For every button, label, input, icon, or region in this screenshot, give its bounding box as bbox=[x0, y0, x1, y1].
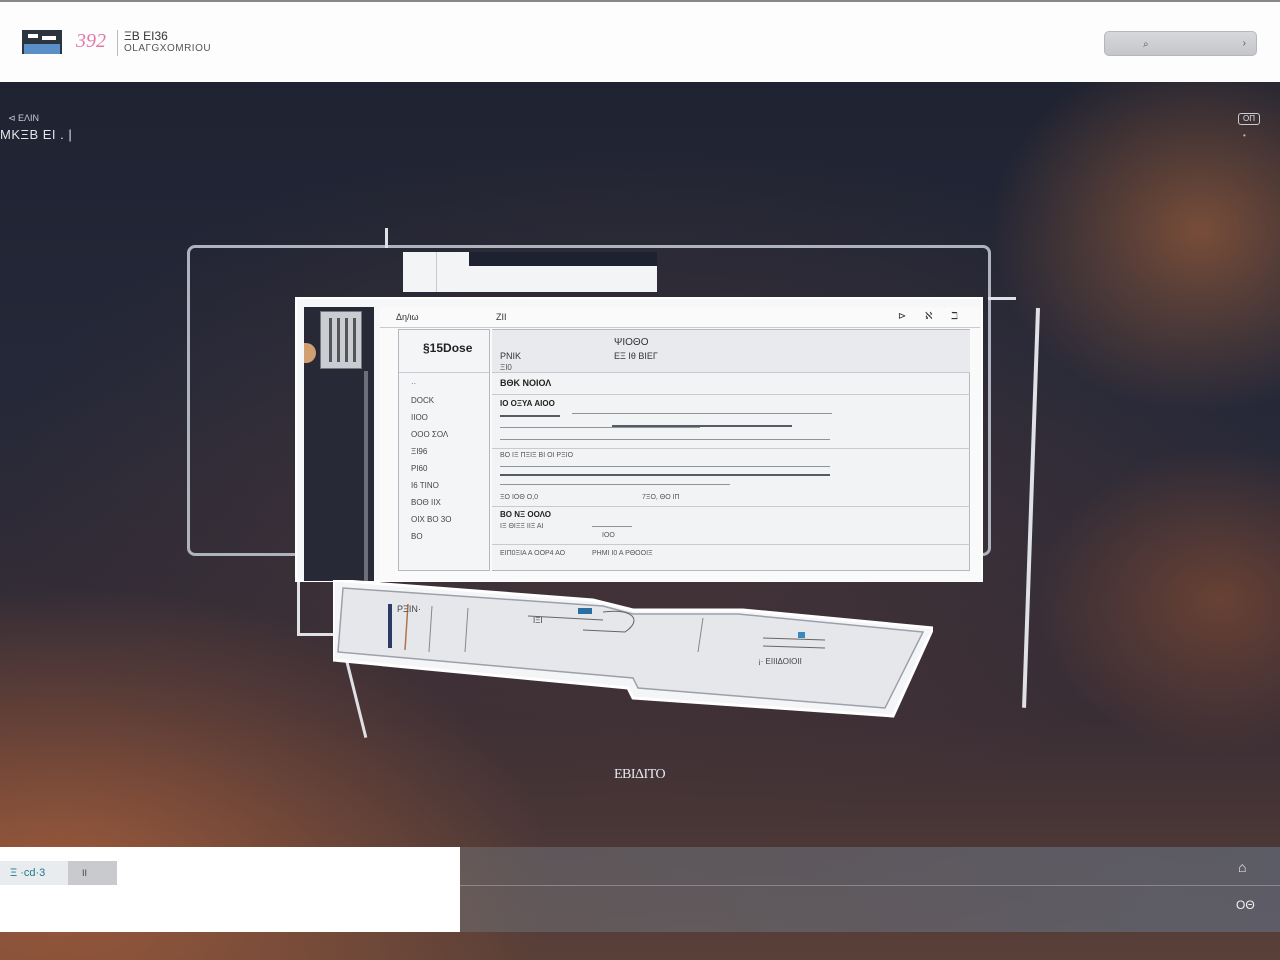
app-logo-icon[interactable] bbox=[20, 30, 64, 56]
search-field[interactable]: ⌕ › bbox=[1104, 31, 1257, 56]
side-title[interactable]: ΜΚΞΒ ΕΙ . | bbox=[0, 127, 72, 142]
left-panel-item[interactable]: ·· bbox=[411, 378, 483, 395]
left-panel-item[interactable]: ΞΙ96 bbox=[411, 446, 483, 463]
left-panel-item[interactable]: ΡΙ60 bbox=[411, 463, 483, 480]
drawer-label: ΡΞΙΝ· bbox=[397, 604, 421, 614]
detail-header-sublabel: ΞΙ0 bbox=[500, 363, 512, 372]
drawer-label: ΙΞΙ bbox=[533, 616, 543, 625]
detail-row[interactable]: ΒΘΚ ΝΟΙΟΛ bbox=[492, 372, 970, 395]
row-text: ΙΟΟ bbox=[602, 532, 615, 539]
left-panel-item[interactable]: ΟΙΧ ΒΟ 3Ο bbox=[411, 514, 483, 531]
left-panel-item[interactable]: OOO ΣΟΛ bbox=[411, 429, 483, 446]
bottom-toolbar: ⌂ ΟΘ bbox=[460, 847, 1280, 932]
drawer-shape bbox=[333, 580, 933, 718]
tab-active[interactable]: Ξ ·cd·3 bbox=[0, 861, 68, 885]
left-panel-item[interactable]: Ι6 ΤΙΝΟ bbox=[411, 480, 483, 497]
window-header: Δη/ιω ΖΙΙ ⊳ ℵ ℶ bbox=[380, 307, 980, 328]
center-caption: ΕΒΙΔΙΤΟ bbox=[614, 767, 666, 782]
left-panel-title: §15Dose bbox=[423, 341, 473, 355]
detail-row[interactable]: ΒΟ ΝΞ ΟΟΛΟ ΙΞ ΘΙΞΞ ΙΙΞ ΑΙ ΙΟΟ bbox=[492, 506, 970, 545]
floating-tab-bar bbox=[469, 252, 657, 266]
frame-edge-right bbox=[1022, 307, 1040, 708]
row-value: 7ΞΟ, ΘΟ ΙΠ bbox=[642, 494, 680, 501]
side-caption: ⊲ ΕΛΙΝ bbox=[8, 113, 40, 123]
left-panel-header: §15Dose bbox=[399, 330, 489, 373]
drag-handle[interactable] bbox=[304, 343, 316, 363]
text-line bbox=[500, 427, 700, 428]
window-controls[interactable]: ⊳ ℵ ℶ bbox=[898, 311, 966, 322]
view-toggle-icon[interactable]: ΟΘ bbox=[1236, 898, 1255, 912]
text-line bbox=[572, 413, 832, 414]
frame-edge-bottom bbox=[297, 633, 337, 636]
folder-icon[interactable] bbox=[320, 311, 362, 369]
toggle-badge[interactable]: ΟΠ bbox=[1238, 113, 1260, 125]
bottom-panel: Ξ ·cd·3 ΙΙ bbox=[0, 847, 460, 932]
left-panel-item[interactable]: DOCK bbox=[411, 395, 483, 412]
left-panel-item[interactable]: ΒΟ bbox=[411, 531, 483, 548]
detail-row[interactable]: ΙΟ ΟΞΥΑ ΑΙΟΟ bbox=[492, 394, 970, 449]
section-heading: ΒΟ ΝΞ ΟΟΛΟ bbox=[500, 510, 551, 519]
toolbar-divider bbox=[460, 885, 1280, 886]
detail-row[interactable]: ΒΟ ΙΞ ΠΞΙΞ ΒΙ ΟΙ ΡΞΙΟ ΞΟ ΙΟΘ Ο,0 7ΞΟ, ΘΟ… bbox=[492, 448, 970, 507]
column-header-b[interactable]: ΖΙΙ bbox=[496, 312, 507, 322]
frame-edge-top-right bbox=[988, 297, 1016, 300]
resize-handle[interactable] bbox=[385, 228, 388, 248]
section-heading: ΒΘΚ ΝΟΙΟΛ bbox=[500, 378, 552, 388]
detail-row[interactable]: ΕΙΠ0ΞΙΑ Α ΟΟΡ4 ΑΟ ΡΗΜΙ Ι0 Α ΡΘΟΟΙΞ bbox=[492, 544, 970, 570]
detail-header: ΡΝΙΚ ΞΙ0 ΨΙΟΘΟ ΕΞ Ιθ ΒΙΕΓ bbox=[492, 330, 970, 373]
top-bar: 392 ΞΒ ΕΙ36 OLAΓGXOMRIOU ⌕ › bbox=[0, 0, 1280, 82]
text-line bbox=[500, 466, 830, 467]
row-text: ΙΞ ΘΙΞΞ ΙΙΞ ΑΙ bbox=[500, 523, 544, 530]
left-panel-item[interactable]: ΙΙΟΟ bbox=[411, 412, 483, 429]
tab-inactive[interactable]: ΙΙ bbox=[68, 861, 117, 885]
detail-panel: ΡΝΙΚ ΞΙ0 ΨΙΟΘΟ ΕΞ Ιθ ΒΙΕΓ ΒΘΚ ΝΟΙΟΛ ΙΟ Ο… bbox=[492, 329, 970, 571]
detail-header-label: ΡΝΙΚ bbox=[500, 351, 522, 361]
search-icon: ⌕ bbox=[1143, 39, 1149, 50]
text-line bbox=[500, 474, 830, 476]
drawer-label: ¡· ΕΙΙΙΔΟΙΟΙΙ bbox=[758, 657, 802, 666]
toggle-indicator: • bbox=[1243, 131, 1246, 140]
section-heading: ΙΟ ΟΞΥΑ ΑΙΟΟ bbox=[500, 399, 555, 408]
window-gutter bbox=[304, 307, 374, 581]
text-line bbox=[592, 526, 632, 527]
expanded-drawer[interactable]: ΡΞΙΝ· ΙΞΙ ¡· ΕΙΙΙΔΟΙΟΙΙ bbox=[333, 580, 933, 720]
text-line bbox=[500, 484, 730, 485]
export-icon[interactable]: ⌂ bbox=[1238, 859, 1246, 875]
text-line bbox=[500, 439, 830, 440]
row-text: ΡΗΜΙ Ι0 Α ΡΘΟΟΙΞ bbox=[592, 550, 653, 557]
detail-title: ΨΙΟΘΟ bbox=[614, 337, 649, 348]
chevron-down-icon: › bbox=[1242, 38, 1246, 49]
scrollbar[interactable] bbox=[364, 371, 368, 581]
window-content: Δη/ιω ΖΙΙ ⊳ ℵ ℶ §15Dose ·· DOCK ΙΙΟΟ OOO ΣΟ… bbox=[380, 307, 980, 581]
logo-mark: 392 bbox=[76, 30, 106, 52]
text-line bbox=[500, 415, 560, 417]
floating-tab-divider bbox=[436, 252, 437, 292]
column-header-a[interactable]: Δη/ιω bbox=[396, 312, 419, 322]
row-text: ΒΟ ΙΞ ΠΞΙΞ ΒΙ ΟΙ ΡΞΙΟ bbox=[500, 452, 574, 459]
row-value: ΞΟ ΙΟΘ Ο,0 bbox=[500, 494, 539, 501]
text-line bbox=[612, 425, 792, 427]
brand-subtitle: OLAΓGXOMRIOU bbox=[124, 43, 212, 54]
left-panel-list: ·· DOCK ΙΙΟΟ OOO ΣΟΛ ΞΙ96 ΡΙ60 Ι6 ΤΙΝΟ ΒΟΘ ΙΙΧ Ο… bbox=[411, 378, 483, 548]
left-panel: §15Dose ·· DOCK ΙΙΟΟ OOO ΣΟΛ ΞΙ96 ΡΙ60 Ι6 ΤΙΝΟ… bbox=[398, 329, 490, 571]
detail-subtitle: ΕΞ Ιθ ΒΙΕΓ bbox=[614, 351, 658, 361]
logo-divider bbox=[117, 30, 118, 56]
brand-title: ΞΒ ΕΙ36 bbox=[124, 29, 168, 43]
left-panel-item[interactable]: ΒΟΘ ΙΙΧ bbox=[411, 497, 483, 514]
row-text: ΕΙΠ0ΞΙΑ Α ΟΟΡ4 ΑΟ bbox=[500, 550, 566, 557]
